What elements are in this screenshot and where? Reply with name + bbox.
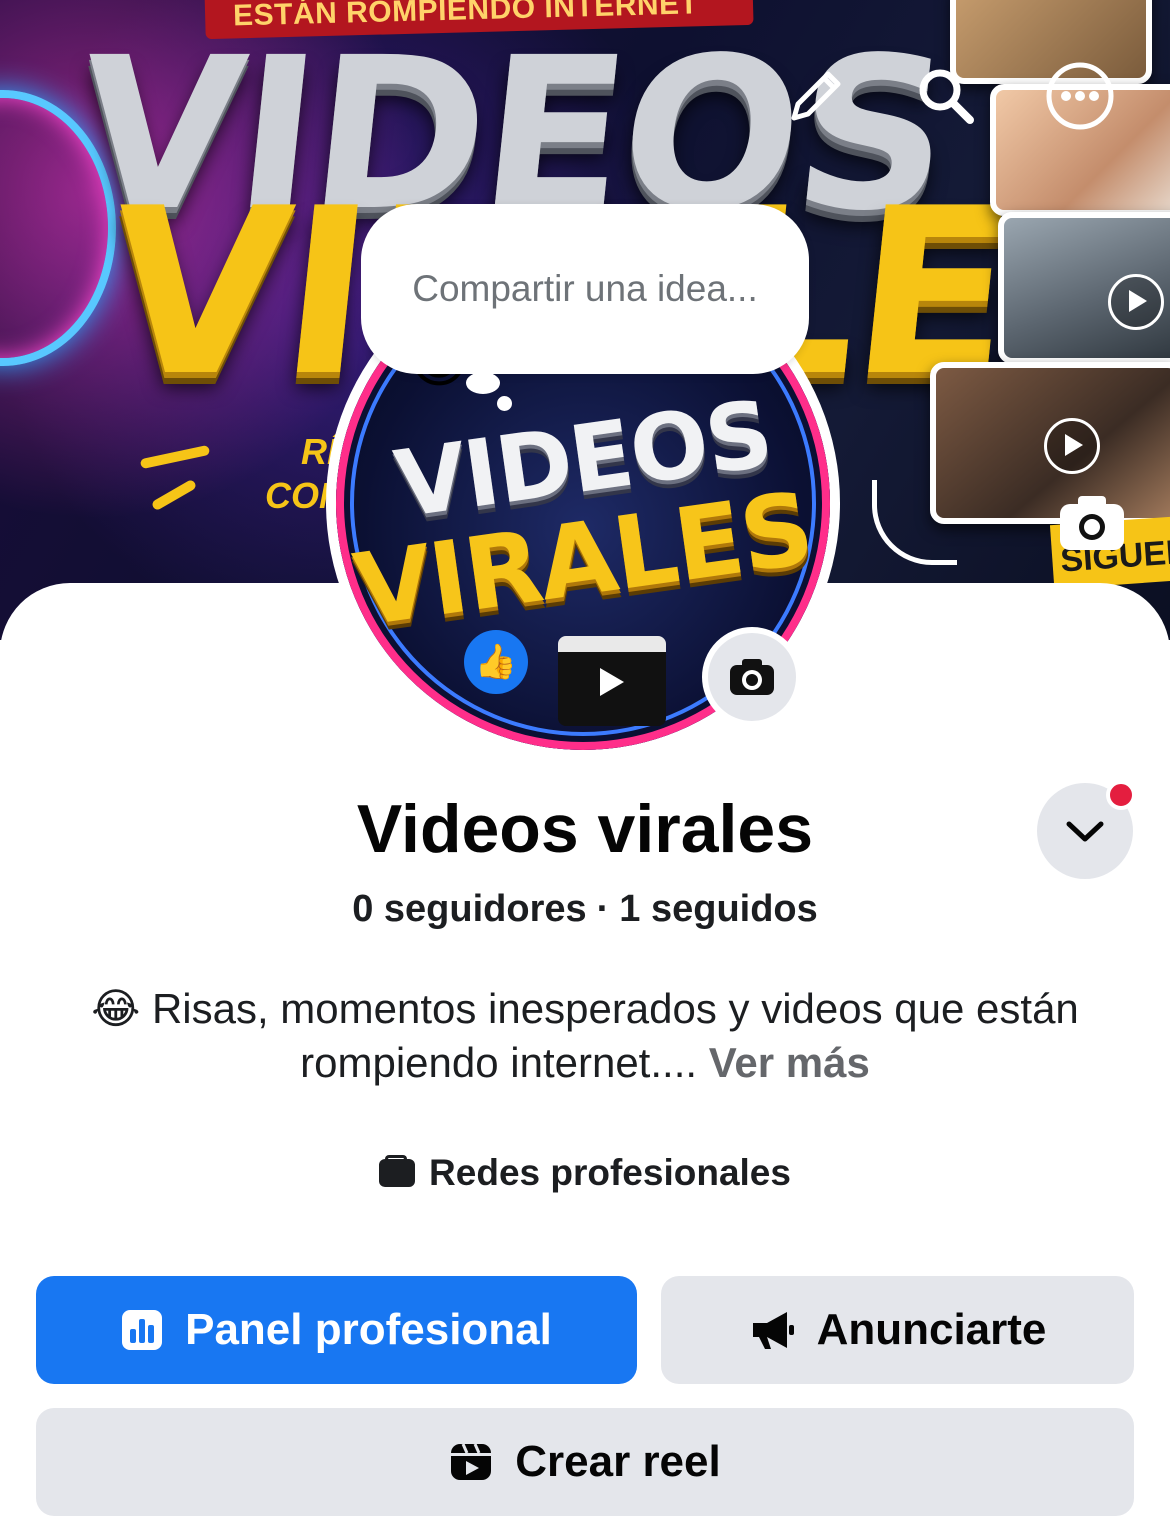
- share-idea-placeholder: Compartir una idea...: [412, 268, 758, 309]
- followers-count[interactable]: 0 seguidores: [352, 888, 586, 930]
- page-title: Videos virales: [356, 791, 814, 867]
- advertise-button[interactable]: Anunciarte: [661, 1276, 1134, 1384]
- clapperboard-icon: [558, 636, 666, 726]
- play-icon: [1044, 418, 1100, 474]
- bio-text: Risas, momentos inesperados y videos que…: [151, 985, 1079, 1086]
- share-idea-bubble[interactable]: Compartir una idea...: [361, 204, 809, 374]
- dashboard-icon: [121, 1309, 163, 1351]
- like-icon: 👍: [464, 630, 528, 694]
- cover-spark: [150, 478, 198, 512]
- briefcase-icon: [379, 1155, 416, 1187]
- professional-dashboard-button[interactable]: Panel profesional: [36, 1276, 637, 1384]
- advertise-label: Anunciarte: [816, 1305, 1047, 1354]
- cover-thumbnail-splash: [998, 212, 1170, 364]
- bubble-tail: [466, 372, 500, 394]
- cover-arrow: [872, 480, 957, 565]
- profile-bio: 😂 Risas, momentos inesperados y videos q…: [30, 982, 1140, 1090]
- professional-dashboard-label: Panel profesional: [185, 1305, 552, 1354]
- chevron-down-icon: [1066, 821, 1104, 842]
- create-reel-label: Crear reel: [515, 1437, 721, 1486]
- megaphone-icon: [749, 1309, 795, 1351]
- bubble-tail: [497, 396, 512, 411]
- see-more-link[interactable]: Ver más: [709, 1039, 870, 1086]
- following-count[interactable]: 1 seguidos: [619, 888, 818, 930]
- stats-separator: ·: [596, 888, 610, 930]
- category-label: Redes profesionales: [429, 1152, 791, 1193]
- cover-camera-icon[interactable]: [1058, 492, 1126, 552]
- play-icon: [1108, 274, 1164, 330]
- create-reel-button[interactable]: Crear reel: [36, 1408, 1134, 1516]
- cover-spark: [139, 444, 211, 470]
- avatar-camera-icon[interactable]: [702, 627, 802, 727]
- notification-dot: [1106, 780, 1136, 810]
- search-icon[interactable]: [910, 60, 982, 132]
- pencil-icon[interactable]: [780, 60, 852, 132]
- bio-emoji: 😂: [91, 985, 141, 1032]
- page-category: Redes profesionales: [0, 1152, 1170, 1194]
- follow-stats: 0 seguidores · 1 seguidos: [0, 888, 1170, 931]
- more-options-icon[interactable]: [1044, 60, 1116, 132]
- cover-thumbnail-friends: [930, 362, 1170, 524]
- reel-icon: [449, 1440, 493, 1484]
